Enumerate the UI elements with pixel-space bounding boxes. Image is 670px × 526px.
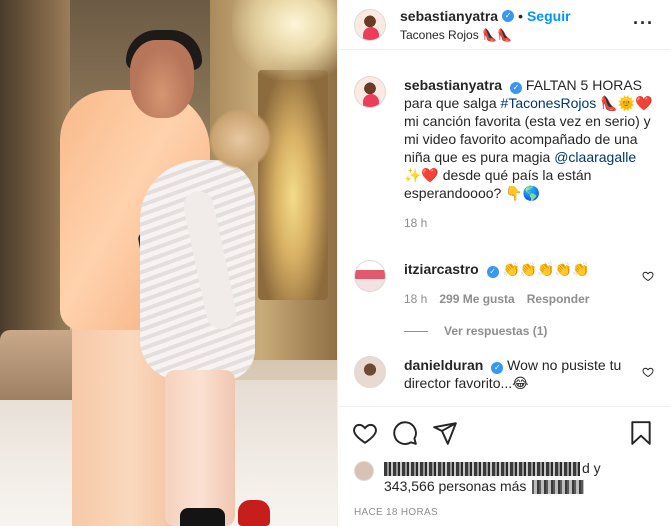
caption-username[interactable]: sebastianyatra <box>404 77 502 93</box>
comment-icon[interactable] <box>392 420 418 446</box>
comment-item: danielduran ✓ Wow no pusiste tu director… <box>354 356 654 392</box>
likes-summary: d y 343,566 personas más <box>354 459 654 495</box>
view-replies-button[interactable]: Ver respuestas (1) <box>404 324 654 338</box>
avatar[interactable] <box>354 356 386 388</box>
comment-username[interactable]: danielduran <box>404 357 483 373</box>
comment-time[interactable]: 18 h <box>404 290 427 308</box>
post-image[interactable] <box>0 0 337 526</box>
heart-icon[interactable] <box>642 366 654 378</box>
avatar[interactable] <box>354 76 386 108</box>
comment-text: 👏👏👏👏👏 <box>502 261 590 277</box>
verified-icon: ✓ <box>491 362 504 374</box>
caption-text-end: ✨❤️ desde qué país la están esperandoooo… <box>404 167 592 201</box>
avatar[interactable] <box>354 8 386 41</box>
caption-time[interactable]: 18 h <box>404 214 427 232</box>
follow-button[interactable]: Seguir <box>527 8 571 24</box>
redacted-text <box>384 462 580 477</box>
liker-avatar[interactable] <box>354 461 374 481</box>
comment-item: itziarcastro ✓ 👏👏👏👏👏 18 h 299 Me gusta R… <box>354 260 654 308</box>
action-bar <box>338 406 670 458</box>
post-sidebar: sebastianyatra ✓ • Seguir Tacones Rojos … <box>337 0 670 526</box>
heart-icon[interactable] <box>352 420 378 446</box>
post-location[interactable]: Tacones Rojos 👠👠 <box>400 28 571 42</box>
likes-count[interactable]: 343,566 personas más <box>384 478 526 494</box>
black-shoe <box>180 508 225 526</box>
post-timestamp[interactable]: HACE 18 HORAS <box>354 507 438 518</box>
man-face <box>130 40 194 118</box>
separator-dot: • <box>518 7 523 24</box>
heart-icon[interactable] <box>642 270 654 282</box>
verified-icon: ✓ <box>502 9 515 22</box>
chandelier <box>232 0 337 80</box>
gold-mirror <box>258 70 328 300</box>
more-horizontal-icon[interactable]: ··· <box>633 13 654 34</box>
red-heel <box>238 500 270 526</box>
post-caption: sebastianyatra ✓ FALTAN 5 HORAS para que… <box>354 76 654 232</box>
comment-username[interactable]: itziarcastro <box>404 261 479 277</box>
verified-icon: ✓ <box>486 266 499 278</box>
verified-icon: ✓ <box>509 82 522 94</box>
comment-likes[interactable]: 299 Me gusta <box>439 290 514 308</box>
avatar[interactable] <box>354 260 386 292</box>
redacted-text <box>532 480 585 495</box>
girl-head <box>210 110 270 168</box>
likes-text-end: d y <box>582 460 601 476</box>
reply-button[interactable]: Responder <box>527 290 590 308</box>
post-header: sebastianyatra ✓ • Seguir Tacones Rojos … <box>338 0 670 50</box>
mention-link[interactable]: @claaragalle <box>554 149 636 165</box>
hashtag-link[interactable]: #TaconesRojos <box>501 95 597 111</box>
comments-list[interactable]: sebastianyatra ✓ FALTAN 5 HORAS para que… <box>338 58 670 404</box>
author-username[interactable]: sebastianyatra <box>400 8 498 24</box>
share-icon[interactable] <box>432 420 458 446</box>
bookmark-icon[interactable] <box>628 420 654 446</box>
girl-legs <box>165 370 235 526</box>
